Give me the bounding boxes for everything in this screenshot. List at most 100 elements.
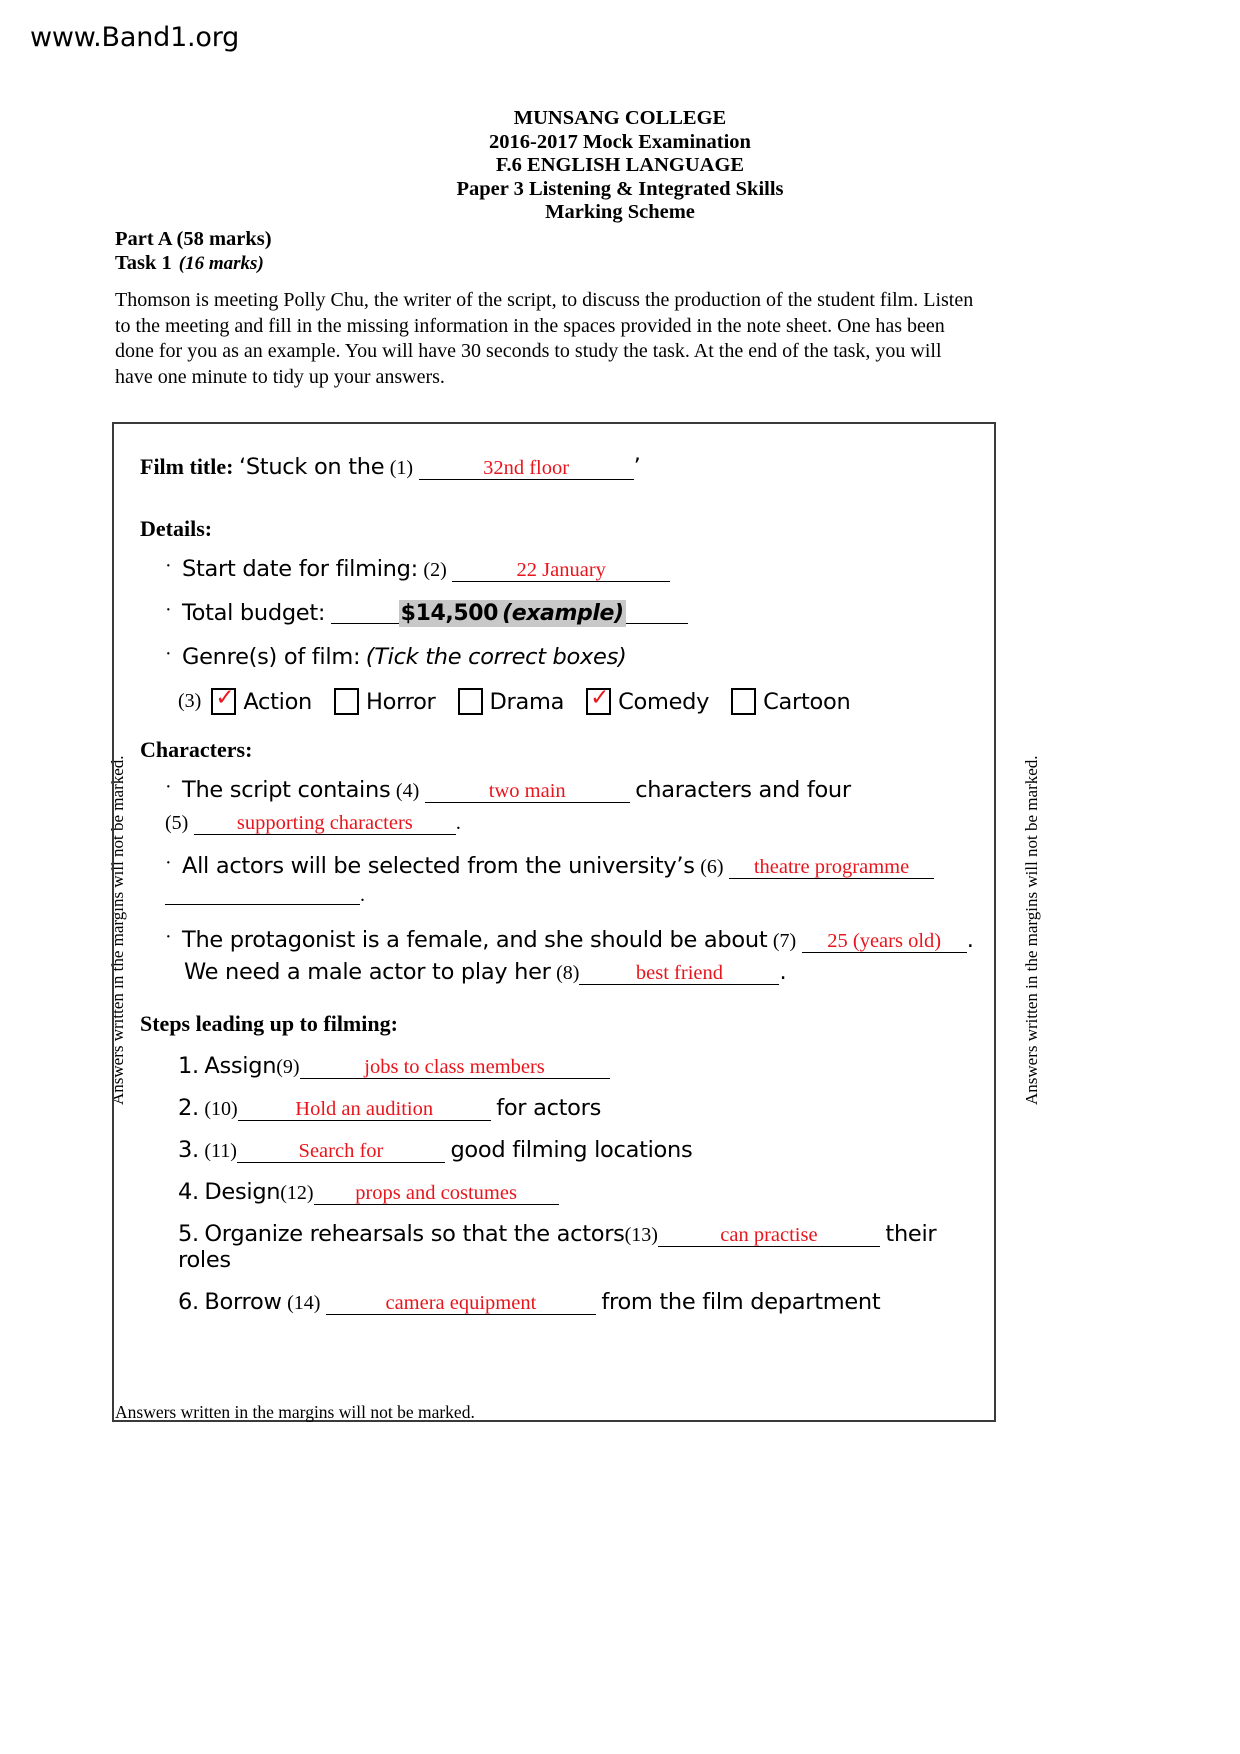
protagonist-pre: The protagonist is a female, and she sho… [182,927,768,953]
example-tag-italic: (example) [502,601,624,626]
footer-margin-note: Answers written in the margins will not … [115,1402,475,1422]
question-number-2: (2) [423,559,447,581]
script-contains-pre: The script contains [182,777,391,803]
task-instructions: Thomson is meeting Polly Chu, the writer… [115,289,974,388]
answer-9[interactable]: jobs to class members [299,1057,610,1079]
answer-12[interactable]: props and costumes [313,1183,559,1205]
characters-list: · The script contains (4) two main chara… [140,776,974,985]
checkbox-drama[interactable] [457,688,483,715]
characters-heading: Characters: [140,737,253,762]
checkbox-label-horror: Horror [366,688,436,715]
answer-4[interactable]: two main [424,781,630,803]
start-date-label: Start date for filming: [182,556,418,582]
answer-5-period: . [455,812,461,834]
part-task-block: Part A (58 marks) Task 1 (16 marks) [115,228,272,275]
character-script-contains: · The script contains (4) two main chara… [140,776,968,803]
bullet-dot-icon: · [165,555,172,577]
details-list: · Start date for filming: (2) 22 January… [140,555,968,670]
example-tag: (example) [500,600,626,627]
answer-2[interactable]: 22 January [452,560,671,582]
step-2-post: for actors [496,1095,602,1121]
script-contains-mid: characters and four [635,777,851,803]
protagonist-period: . [966,927,974,953]
bullet-dot-icon: · [165,926,172,948]
answer-10[interactable]: Hold an audition [237,1099,491,1121]
detail-genres: · Genre(s) of film: (Tick the correct bo… [140,643,968,670]
question-number-4: (4) [395,780,420,802]
film-title-row: Film title: ‘Stuck on the (1) 32nd floor… [140,454,968,480]
answer-6[interactable]: theatre programme [729,857,935,879]
answer-8[interactable]: best friend [579,963,780,985]
answer-13[interactable]: can practise [657,1225,880,1247]
step-item-2: 2. (10) Hold an audition for actors [178,1095,968,1121]
question-number-8: (8) [556,962,580,984]
note-sheet-box: Film title: ‘Stuck on the (1) 32nd floor… [112,422,996,1422]
heading-line-paper: Paper 3 Listening & Integrated Skills [456,177,784,200]
question-number-1: (1) [389,457,414,479]
question-number-10: (10) [204,1098,238,1120]
character-actors: · All actors will be selected from the u… [140,852,968,879]
film-title-label: Film title: [140,454,234,479]
question-number-12: (12) [280,1182,314,1204]
site-watermark: www.Band1.org [30,22,240,53]
film-title-quote-close: ’ [633,454,641,480]
step-5-pre: Organize rehearsals so that the actors [204,1221,625,1247]
step-4-number: 4. [178,1179,199,1205]
step-6-number: 6. [178,1289,199,1315]
step-1-pre: Assign [204,1053,277,1079]
checkbox-comedy[interactable] [586,685,612,715]
exam-heading: MUNSANG COLLEGE 2016-2017 Mock Examinati… [0,107,1240,225]
step-5-number: 5. [178,1221,199,1247]
actors-pre: All actors will be selected from the uni… [182,853,695,879]
step-3-post: good filming locations [450,1137,693,1163]
checkbox-horror[interactable] [334,688,359,715]
question-number-13: (13) [624,1224,658,1246]
checkbox-action[interactable] [211,685,237,715]
detail-start-date: · Start date for filming: (2) 22 January [140,555,968,582]
task-line: Task 1 (16 marks) [115,252,272,276]
question-number-6: (6) [700,856,724,878]
male-actor-period: . [779,959,787,985]
bullet-dot-icon: · [165,852,172,874]
step-2-number: 2. [178,1095,199,1121]
step-3-number: 3. [178,1137,199,1163]
character-supporting: (5) supporting characters. [140,809,968,835]
checkbox-label-action: Action [243,688,312,715]
character-protagonist: · The protagonist is a female, and she s… [140,926,974,953]
actors-continuation-line: . [140,881,968,907]
step-item-1: 1. Assign(9) jobs to class members [178,1053,968,1079]
film-title-text: ‘Stuck on the [238,454,385,480]
answer-11[interactable]: Search for [236,1141,445,1163]
step-item-4: 4. Design(12) props and costumes [178,1179,968,1205]
bullet-dot-icon: · [165,599,172,621]
bullet-dot-icon: · [165,776,172,798]
step-item-3: 3. (11) Search for good filming locations [178,1137,968,1163]
step-4-pre: Design [204,1179,281,1205]
heading-line-subject: F.6 ENGLISH LANGUAGE [495,154,745,177]
step-item-6: 6. Borrow (14) camera equipment from the… [178,1289,968,1315]
question-number-5: (5) [165,812,189,834]
character-male-actor: We need a male actor to play her (8) best… [140,959,968,985]
checkbox-label-comedy: Comedy [618,688,710,715]
details-heading: Details: [140,516,213,541]
answer-1[interactable]: 32nd floor [418,458,634,480]
checkbox-cartoon[interactable] [731,688,757,715]
genres-instruction: (Tick the correct boxes) [365,644,627,670]
answer-5[interactable]: supporting characters [193,813,456,835]
answer-14[interactable]: camera equipment [325,1293,596,1315]
heading-line-exam: 2016-2017 Mock Examination [489,130,751,153]
total-budget-label: Total budget: [182,600,326,626]
question-number-11: (11) [204,1140,237,1162]
question-number-3: (3) [178,690,202,712]
steps-heading: Steps leading up to filming: [140,1011,398,1036]
part-label: Part A (58 marks) [115,228,272,250]
answer-7[interactable]: 25 (years old) [801,931,967,953]
task-label: Task 1 [115,251,172,274]
task-marks: (16 marks) [178,252,264,274]
question-number-9: (9) [276,1056,300,1078]
step-1-number: 1. [178,1053,199,1079]
actors-period: . [360,884,365,906]
detail-total-budget: · Total budget: $14,500 (example) [140,599,968,627]
heading-line-school: MUNSANG COLLEGE [513,107,727,129]
margin-note-right: Answers written in the margins will not … [1022,755,1041,1105]
